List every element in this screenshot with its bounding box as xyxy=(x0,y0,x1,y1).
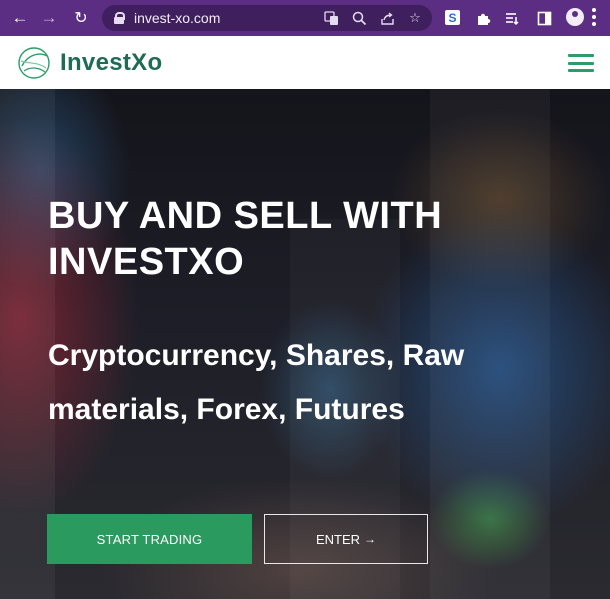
arrow-right-icon: → xyxy=(364,532,377,546)
logo[interactable]: InvestXo xyxy=(16,46,162,80)
hero-subtitle: Cryptocurrency, Shares, Raw materials, F… xyxy=(48,339,465,426)
zoom-icon[interactable] xyxy=(350,9,368,27)
site-header: InvestXo xyxy=(0,36,610,89)
enter-button[interactable]: ENTER → xyxy=(264,514,428,564)
url-text[interactable]: invest-xo.com xyxy=(134,10,220,26)
start-trading-button[interactable]: START TRADING xyxy=(47,514,252,564)
share-icon[interactable] xyxy=(378,9,396,27)
enter-label: ENTER xyxy=(315,531,361,547)
hero-title: BUY AND SELL WITH INVESTXO xyxy=(48,195,443,283)
s-extension-icon[interactable]: S xyxy=(445,10,460,25)
puzzle-icon[interactable] xyxy=(472,6,494,30)
lock-icon[interactable] xyxy=(114,12,125,24)
back-icon[interactable]: ← xyxy=(7,5,33,31)
kebab-menu-icon[interactable] xyxy=(592,8,596,26)
start-trading-label: START TRADING xyxy=(96,531,203,547)
address-bar[interactable]: invest-xo.com ☆ xyxy=(102,5,432,31)
logo-text: InvestXo xyxy=(60,49,163,76)
side-panel-icon[interactable] xyxy=(533,6,555,30)
forward-icon[interactable]: → xyxy=(36,5,62,31)
translate-icon[interactable] xyxy=(322,9,340,27)
reading-list-icon[interactable] xyxy=(501,6,523,30)
avatar-icon[interactable] xyxy=(566,8,584,26)
hero-section: BUY AND SELL WITH INVESTXO Cryptocurrenc… xyxy=(0,89,610,599)
reload-icon[interactable]: ↻ xyxy=(68,5,94,31)
star-icon[interactable]: ☆ xyxy=(406,9,424,27)
hamburger-icon[interactable] xyxy=(568,54,594,72)
logo-mark-icon xyxy=(18,47,50,79)
browser-toolbar: ← → ↻ invest-xo.com ☆ S xyxy=(0,0,610,36)
